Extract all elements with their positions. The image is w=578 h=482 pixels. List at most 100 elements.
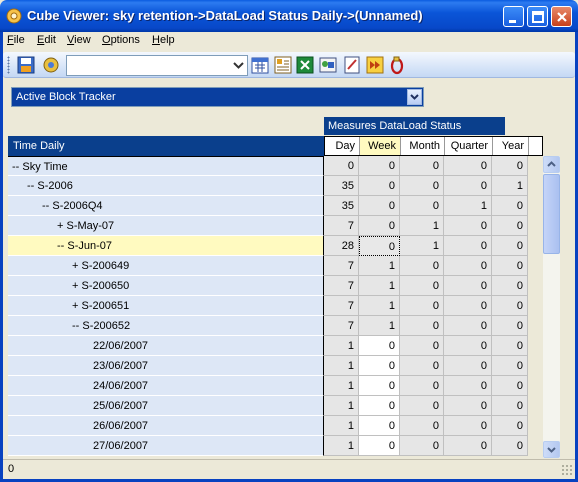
column-header[interactable]: Quarter xyxy=(445,137,493,155)
maximize-button[interactable] xyxy=(527,6,548,27)
data-cell[interactable]: 7 xyxy=(324,276,359,296)
close-button[interactable] xyxy=(551,6,572,27)
data-cell[interactable]: 0 xyxy=(359,356,400,376)
menu-help[interactable]: Help xyxy=(152,34,175,46)
data-cell[interactable]: 0 xyxy=(400,376,444,396)
data-cell[interactable]: 0 xyxy=(492,196,528,216)
data-cell[interactable]: 0 xyxy=(492,416,528,436)
data-cell[interactable]: 1 xyxy=(324,356,359,376)
row-label[interactable]: 22/06/2007 xyxy=(8,336,324,356)
data-cell[interactable]: 1 xyxy=(324,416,359,436)
data-cell[interactable]: 1 xyxy=(359,256,400,276)
title-bar[interactable]: Cube Viewer: sky retention->DataLoad Sta… xyxy=(0,0,578,32)
data-cell[interactable]: 7 xyxy=(324,216,359,236)
data-cell[interactable]: 0 xyxy=(359,176,400,196)
block-tracker-dropdown[interactable] xyxy=(407,89,422,105)
data-cell[interactable]: 0 xyxy=(400,296,444,316)
calendar-icon[interactable] xyxy=(250,55,270,75)
forward-icon[interactable] xyxy=(365,55,385,75)
data-cell[interactable]: 1 xyxy=(400,216,444,236)
data-cell[interactable]: 0 xyxy=(359,376,400,396)
data-cell[interactable]: 0 xyxy=(444,276,492,296)
row-label[interactable]: + S-200650 xyxy=(8,276,324,296)
data-cell[interactable]: 1 xyxy=(324,336,359,356)
data-cell[interactable]: 0 xyxy=(444,416,492,436)
data-cell[interactable]: 0 xyxy=(400,256,444,276)
data-cell[interactable]: 0 xyxy=(359,216,400,236)
data-cell[interactable]: 0 xyxy=(359,236,400,256)
data-cell[interactable]: 0 xyxy=(400,436,444,456)
sandbox-icon[interactable] xyxy=(387,55,407,75)
data-cell[interactable]: 0 xyxy=(492,316,528,336)
data-cell[interactable]: 0 xyxy=(492,276,528,296)
column-header[interactable]: Year xyxy=(493,137,529,155)
menu-edit[interactable]: Edit xyxy=(37,34,56,46)
subset-combo[interactable] xyxy=(66,55,248,76)
data-cell[interactable]: 0 xyxy=(400,196,444,216)
data-cell[interactable]: 0 xyxy=(400,316,444,336)
data-cell[interactable]: 0 xyxy=(359,436,400,456)
column-header[interactable]: Month xyxy=(401,137,445,155)
data-cell[interactable]: 0 xyxy=(444,336,492,356)
data-cell[interactable]: 0 xyxy=(400,396,444,416)
data-cell[interactable]: 0 xyxy=(400,336,444,356)
block-tracker-combo[interactable]: Active Block Tracker xyxy=(11,87,424,107)
subset-icon[interactable] xyxy=(318,55,338,75)
data-cell[interactable]: 7 xyxy=(324,256,359,276)
row-label[interactable]: + S-May-07 xyxy=(8,216,324,236)
data-cell[interactable]: 0 xyxy=(359,396,400,416)
data-cell[interactable]: 0 xyxy=(359,336,400,356)
data-cell[interactable]: 0 xyxy=(492,296,528,316)
data-cell[interactable]: 0 xyxy=(492,216,528,236)
data-cell[interactable]: 1 xyxy=(359,296,400,316)
data-cell[interactable]: 0 xyxy=(359,196,400,216)
data-cell[interactable]: 0 xyxy=(359,156,400,176)
data-cell[interactable]: 0 xyxy=(324,156,359,176)
data-cell[interactable]: 0 xyxy=(400,276,444,296)
minimize-button[interactable] xyxy=(503,6,524,27)
data-cell[interactable]: 1 xyxy=(324,436,359,456)
data-cell[interactable]: 0 xyxy=(400,356,444,376)
scroll-up-button[interactable] xyxy=(543,156,560,173)
data-cell[interactable]: 7 xyxy=(324,296,359,316)
data-cell[interactable]: 0 xyxy=(359,416,400,436)
row-label[interactable]: + S-200649 xyxy=(8,256,324,276)
column-header[interactable]: Day xyxy=(325,137,360,155)
data-cell[interactable]: 0 xyxy=(444,396,492,416)
excel-icon[interactable] xyxy=(295,55,315,75)
row-label[interactable]: -- S-2006 xyxy=(8,176,324,196)
row-dimension-title[interactable]: Time Daily xyxy=(8,136,324,156)
column-dimension-title[interactable]: Measures DataLoad Status xyxy=(324,117,505,135)
data-cell[interactable]: 0 xyxy=(400,156,444,176)
data-cell[interactable]: 0 xyxy=(444,176,492,196)
data-cell[interactable]: 1 xyxy=(359,316,400,336)
data-cell[interactable]: 0 xyxy=(444,256,492,276)
row-label[interactable]: -- Sky Time xyxy=(8,156,324,176)
data-cell[interactable]: 0 xyxy=(492,236,528,256)
scroll-down-button[interactable] xyxy=(543,441,560,458)
data-cell[interactable]: 0 xyxy=(492,436,528,456)
data-cell[interactable]: 0 xyxy=(444,356,492,376)
data-cell[interactable]: 0 xyxy=(492,336,528,356)
menu-options[interactable]: Options xyxy=(102,34,140,46)
data-cell[interactable]: 1 xyxy=(400,236,444,256)
data-cell[interactable]: 1 xyxy=(324,396,359,416)
data-cell[interactable]: 0 xyxy=(492,156,528,176)
row-label[interactable]: 25/06/2007 xyxy=(8,396,324,416)
data-cell[interactable]: 0 xyxy=(444,436,492,456)
data-cell[interactable]: 0 xyxy=(444,316,492,336)
data-cell[interactable]: 0 xyxy=(444,296,492,316)
row-label[interactable]: -- S-200652 xyxy=(8,316,324,336)
data-cell[interactable]: 0 xyxy=(444,376,492,396)
row-label[interactable]: 26/06/2007 xyxy=(8,416,324,436)
data-cell[interactable]: 0 xyxy=(400,416,444,436)
data-cell[interactable]: 0 xyxy=(444,236,492,256)
column-header[interactable]: Week xyxy=(360,137,401,155)
row-label[interactable]: -- S-2006Q4 xyxy=(8,196,324,216)
data-cell[interactable]: 28 xyxy=(324,236,359,256)
recalc-icon[interactable] xyxy=(41,55,61,75)
resize-grip[interactable] xyxy=(561,464,573,476)
data-cell[interactable]: 0 xyxy=(400,176,444,196)
row-label[interactable]: -- S-Jun-07 xyxy=(8,236,324,256)
edit-icon[interactable] xyxy=(342,55,362,75)
